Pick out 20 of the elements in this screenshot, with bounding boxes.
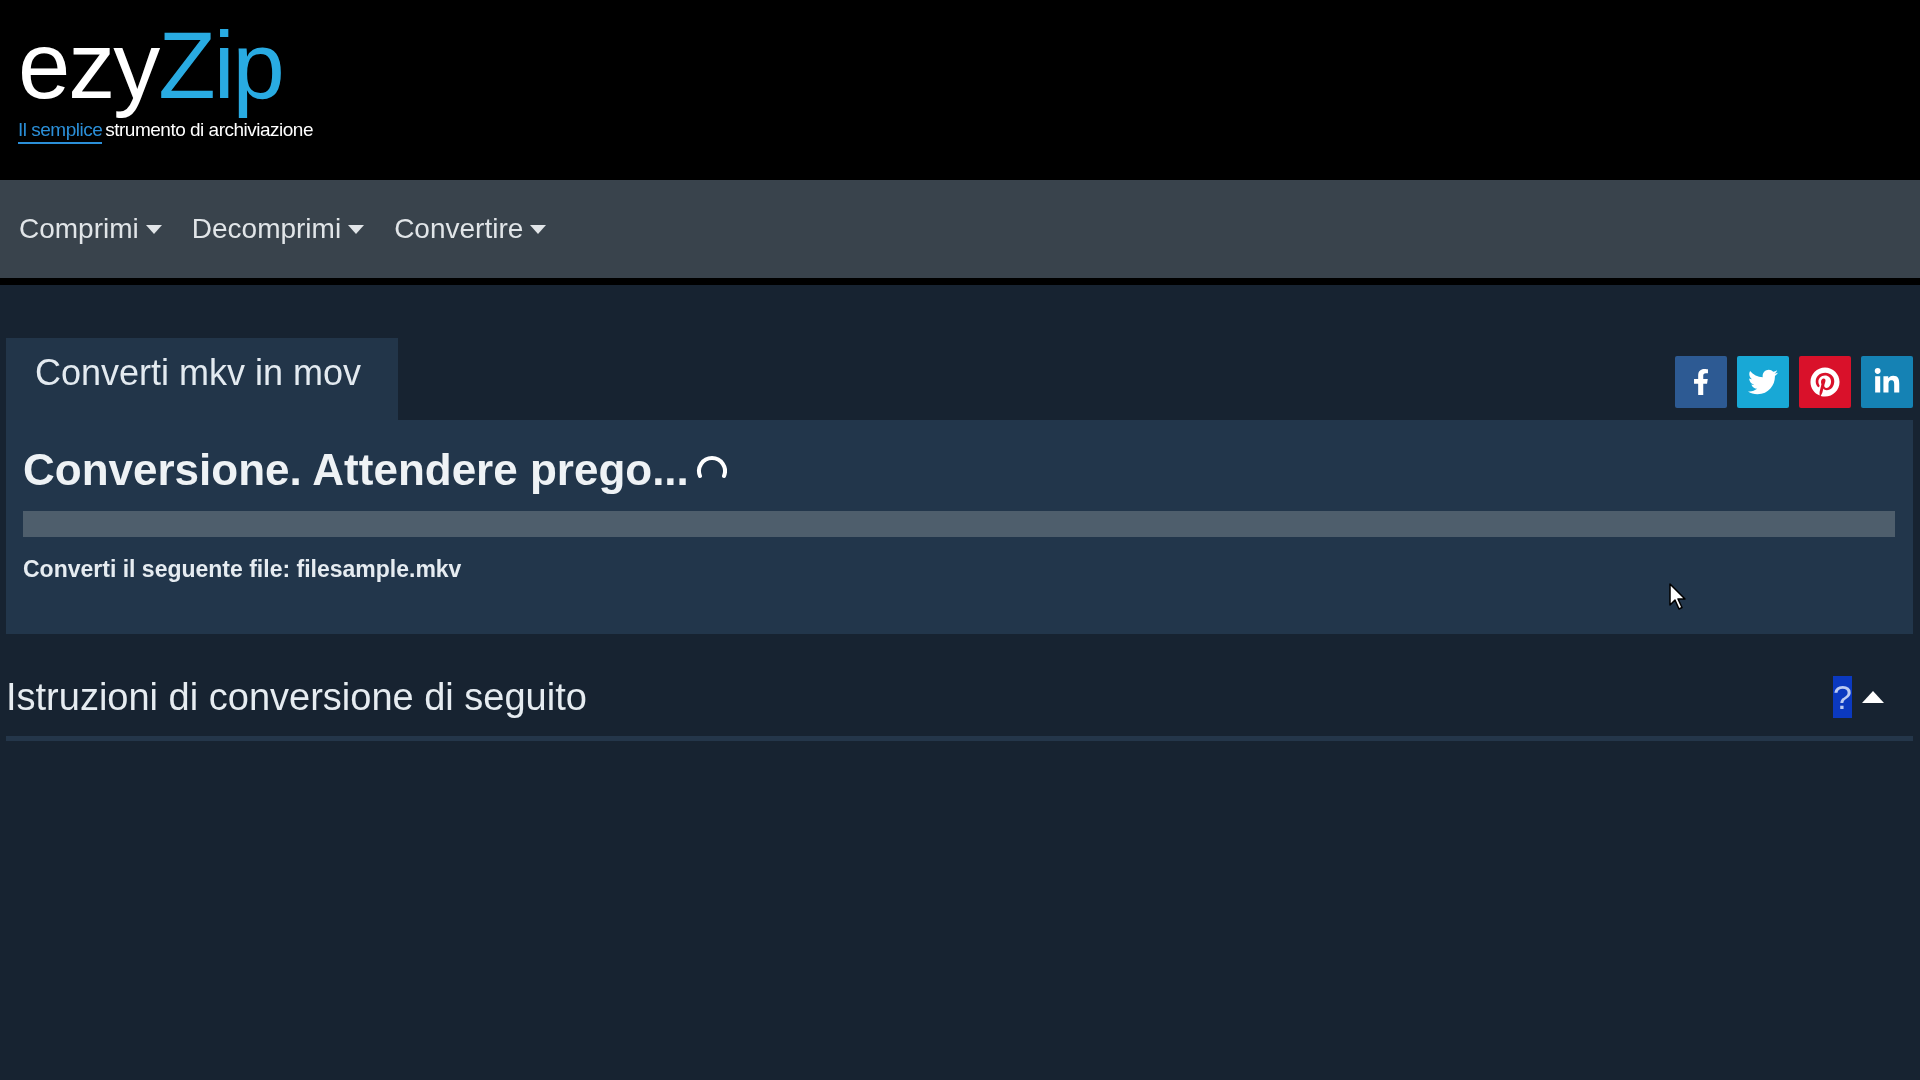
status-heading: Conversione. Attendere prego... — [23, 444, 689, 496]
share-button[interactable] — [1799, 356, 1851, 408]
nav-menu-button[interactable]: Decomprimi — [191, 213, 365, 245]
letters-in-icon — [1873, 368, 1901, 396]
page-tab[interactable]: Converti mkv in mov — [6, 338, 398, 420]
caret-down-icon — [348, 224, 365, 234]
logo-wordmark[interactable]: ezyZip — [18, 12, 287, 121]
bird-icon — [1748, 367, 1778, 397]
cursor-icon — [1669, 583, 1687, 611]
nav-menu-button[interactable]: Convertire — [394, 213, 547, 245]
help-link[interactable]: ? — [1833, 676, 1852, 718]
share-button[interactable] — [1675, 356, 1727, 408]
nav-menu-button[interactable]: Comprimi — [19, 213, 162, 245]
caret-up-icon[interactable] — [1862, 691, 1884, 703]
caret-down-icon — [145, 224, 162, 234]
section-heading: Istruzioni di conversione di seguito — [6, 675, 587, 720]
file-message: Converti il seguente file: filesample.mkv — [23, 555, 463, 584]
share-button[interactable] — [1861, 356, 1913, 408]
logo-tagline: Il semplice strumento di archiviazione — [18, 118, 313, 146]
caret-down-icon — [530, 224, 547, 234]
